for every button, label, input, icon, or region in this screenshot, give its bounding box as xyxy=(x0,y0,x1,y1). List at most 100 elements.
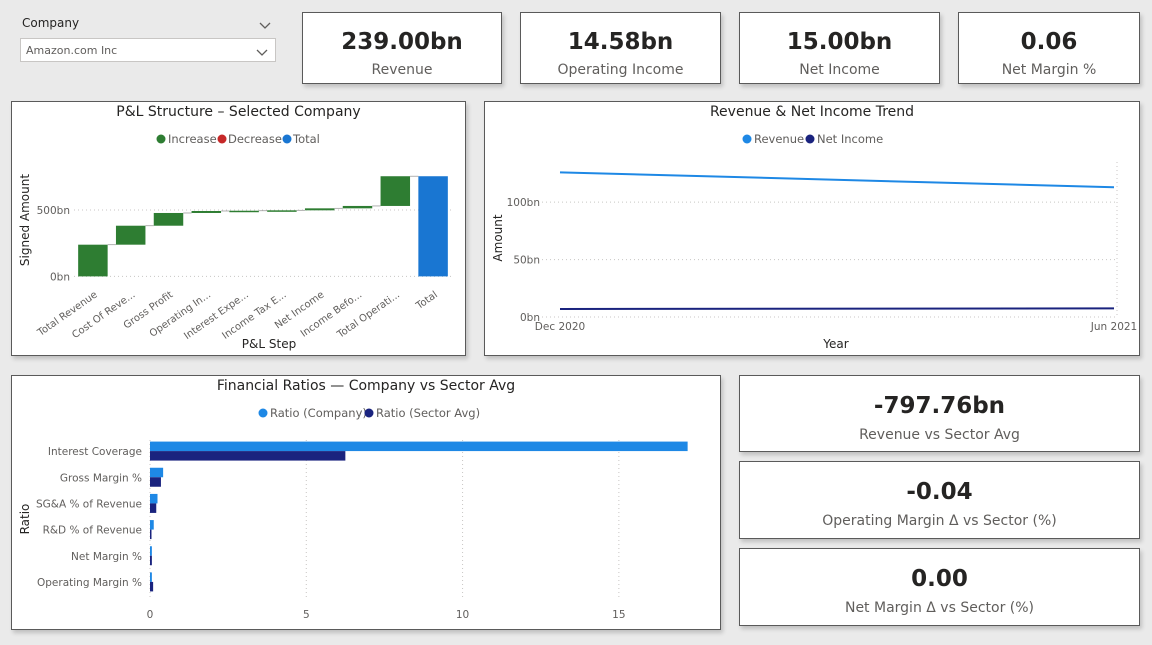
waterfall-plot: Increase Decrease Total 0bn 500bn Total R… xyxy=(18,132,452,351)
pl-structure-chart[interactable]: P&L Structure – Selected Company Increas… xyxy=(11,101,466,356)
y-tick-label: R&D % of Revenue xyxy=(43,525,142,537)
waterfall-bar[interactable] xyxy=(342,205,373,209)
x-tick-label: 10 xyxy=(456,609,469,621)
slicer-title: Company xyxy=(22,16,80,30)
y-tick-label: 0bn xyxy=(50,271,70,283)
company-dropdown-value: Amazon.com Inc xyxy=(26,44,118,57)
legend-label-company: Ratio (Company) xyxy=(270,406,367,420)
line-plot: Revenue Net Income 0bn50bn100bn Dec 2020… xyxy=(491,132,1137,351)
x-tick-label: Total xyxy=(414,289,440,312)
card-value: 14.58bn xyxy=(567,29,674,55)
card-value: 239.00bn xyxy=(341,29,463,55)
card-value: 0.00 xyxy=(911,566,968,592)
chart-legend: Revenue Net Income xyxy=(742,132,883,146)
net-margin-vs-sector-card: 0.00 Net Margin Δ vs Sector (%) xyxy=(739,548,1140,626)
card-label: Operating Margin Δ vs Sector (%) xyxy=(822,513,1057,529)
chart-legend: Ratio (Company) Ratio (Sector Avg) xyxy=(258,406,480,420)
company-slicer: Company Amazon.com Inc xyxy=(14,10,284,68)
x-axis-title: P&L Step xyxy=(242,337,296,351)
company-ratio-bar[interactable] xyxy=(150,467,164,478)
x-tick-label: 15 xyxy=(612,609,625,621)
net-income-line[interactable] xyxy=(559,307,1115,310)
net-income-card: 15.00bn Net Income xyxy=(739,12,940,84)
legend-marker-sector xyxy=(364,408,374,418)
company-ratio-bar[interactable] xyxy=(150,572,152,582)
legend-label-decrease: Decrease xyxy=(228,132,282,146)
waterfall-bar[interactable] xyxy=(191,210,222,213)
card-value: -0.04 xyxy=(906,479,973,505)
revenue-line[interactable] xyxy=(559,171,1115,189)
x-axis-title: Year xyxy=(822,337,848,351)
y-tick-label: Operating Margin % xyxy=(37,577,142,589)
card-label: Operating Income xyxy=(557,62,684,78)
chart-legend: Increase Decrease Total xyxy=(156,132,320,146)
card-value: 15.00bn xyxy=(786,29,893,55)
y-tick-label: Net Margin % xyxy=(71,551,142,563)
waterfall-bar[interactable] xyxy=(304,208,335,211)
sector-ratio-bar[interactable] xyxy=(150,555,152,566)
bar-plot: Ratio (Company) Ratio (Sector Avg) 0 5 10 1… xyxy=(18,406,688,621)
legend-marker-total xyxy=(282,134,292,144)
card-value: -797.76bn xyxy=(873,393,1006,419)
x-tick-label: Total Revenue xyxy=(35,289,100,339)
card-label: Net Income xyxy=(799,62,880,78)
waterfall-bar[interactable] xyxy=(115,225,146,245)
sector-ratio-bar[interactable] xyxy=(150,477,161,487)
sector-ratio-bar[interactable] xyxy=(150,451,346,461)
waterfall-bar[interactable] xyxy=(153,212,184,226)
waterfall-bar[interactable] xyxy=(78,244,108,277)
card-label: Revenue vs Sector Avg xyxy=(859,427,1020,443)
card-value: 0.06 xyxy=(1020,29,1078,55)
operating-income-card: 14.58bn Operating Income xyxy=(520,12,721,84)
x-tick-label: Interest Expe... xyxy=(182,289,251,342)
legend-label-sector: Ratio (Sector Avg) xyxy=(376,406,480,420)
company-ratio-bar[interactable] xyxy=(150,493,158,504)
card-label: Net Margin % xyxy=(1001,62,1097,78)
operating-margin-vs-sector-card: -0.04 Operating Margin Δ vs Sector (%) xyxy=(739,461,1140,539)
y-tick-label: SG&A % of Revenue xyxy=(36,498,142,510)
revenue-vs-sector-card: -797.76bn Revenue vs Sector Avg xyxy=(739,375,1140,452)
net-margin-card: 0.06 Net Margin % xyxy=(958,12,1140,84)
sector-ratio-bar[interactable] xyxy=(150,503,157,513)
waterfall-bar[interactable] xyxy=(418,176,448,277)
waterfall-bar[interactable] xyxy=(267,210,297,212)
legend-marker-company xyxy=(258,408,268,418)
revenue-net-income-trend-chart[interactable]: Revenue & Net Income Trend Revenue Net I… xyxy=(484,101,1140,356)
legend-label-revenue: Revenue xyxy=(754,132,804,146)
waterfall-bar[interactable] xyxy=(380,176,411,206)
waterfall-bar[interactable] xyxy=(229,210,259,213)
legend-marker-increase xyxy=(156,134,166,144)
company-ratio-bar[interactable] xyxy=(150,441,688,452)
x-tick-label: Income Tax E... xyxy=(220,289,288,341)
financial-ratios-chart[interactable]: Financial Ratios — Company vs Sector Avg… xyxy=(11,375,721,630)
sector-ratio-bar[interactable] xyxy=(150,529,152,540)
legend-marker-net-income xyxy=(805,134,815,144)
chevron-down-icon[interactable] xyxy=(255,43,269,62)
company-ratio-bar[interactable] xyxy=(150,520,154,530)
company-ratio-bar[interactable] xyxy=(150,546,152,556)
x-tick-label: 5 xyxy=(303,609,310,621)
x-tick-label: Total Operati... xyxy=(335,289,402,341)
x-tick-label: Dec 2020 xyxy=(535,321,585,333)
x-tick-label: Cost Of Reve... xyxy=(70,289,137,341)
slicer-collapse-chevron-icon[interactable] xyxy=(258,16,272,35)
sector-ratio-bar[interactable] xyxy=(150,581,154,592)
y-tick-label: 500bn xyxy=(37,205,70,217)
legend-label-net-income: Net Income xyxy=(817,132,883,146)
legend-marker-decrease xyxy=(217,134,227,144)
revenue-card: 239.00bn Revenue xyxy=(302,12,502,84)
y-tick-label: 50bn xyxy=(513,255,540,267)
legend-marker-revenue xyxy=(742,134,752,144)
company-dropdown[interactable]: Amazon.com Inc xyxy=(20,38,276,62)
legend-label-total: Total xyxy=(292,132,320,146)
x-tick-label: Jun 2021 xyxy=(1090,321,1137,333)
legend-label-increase: Increase xyxy=(168,132,217,146)
y-axis-title: Ratio xyxy=(18,504,32,535)
y-tick-label: Interest Coverage xyxy=(48,446,142,458)
y-tick-label: 100bn xyxy=(507,197,540,209)
x-tick-label: 0 xyxy=(147,609,154,621)
card-label: Net Margin Δ vs Sector (%) xyxy=(844,600,1035,616)
y-axis-title: Amount xyxy=(491,214,505,261)
y-axis-title: Signed Amount xyxy=(18,174,32,266)
y-tick-label: Gross Margin % xyxy=(60,472,142,484)
